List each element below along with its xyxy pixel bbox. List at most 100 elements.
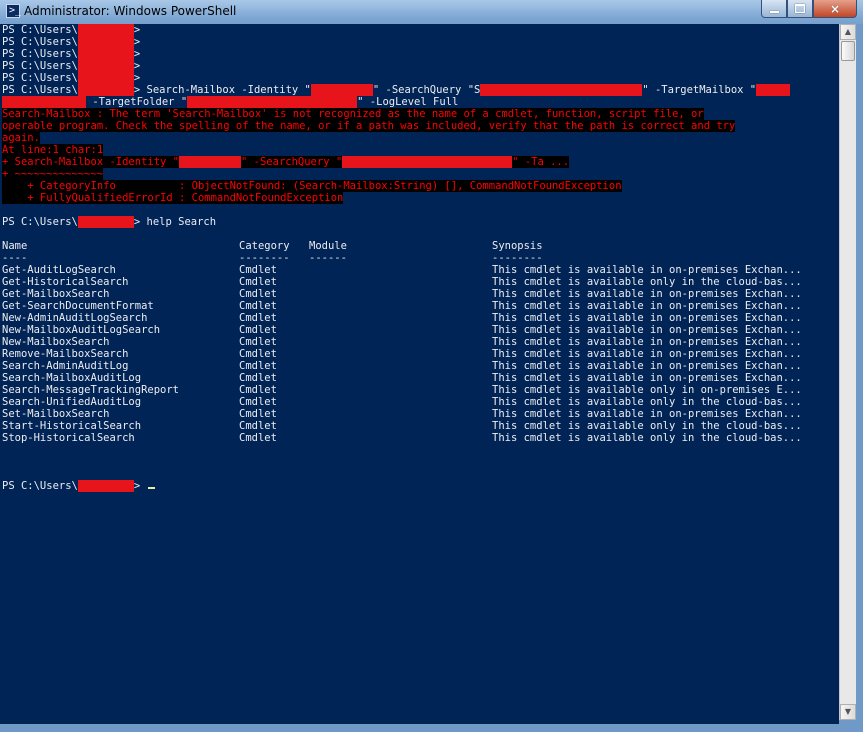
table-cell-category: Cmdlet xyxy=(239,348,277,360)
table-cell-synopsis: This cmdlet is available in on-premises … xyxy=(492,312,802,324)
table-cell-category: Cmdlet xyxy=(239,336,277,348)
redacted-username xyxy=(77,24,134,36)
table-cell-category: Cmdlet xyxy=(239,432,277,444)
error-line: operable program. Check the spelling of … xyxy=(2,120,736,132)
redacted-username xyxy=(77,48,134,60)
redacted-username xyxy=(77,84,134,96)
prompt-line: PS C:\Users\ > xyxy=(2,60,140,72)
prompt-line: PS C:\Users\ > xyxy=(2,72,140,84)
table-cell-name: Remove-MailboxSearch xyxy=(2,348,129,360)
close-button[interactable]: × xyxy=(813,0,857,18)
table-cell-synopsis: This cmdlet is available in on-premises … xyxy=(492,408,802,420)
table-cell-category: Cmdlet xyxy=(239,372,277,384)
command-text: " -TargetMailbox " xyxy=(642,84,757,96)
prompt-prefix: PS C:\Users\ xyxy=(2,48,78,60)
redacted-query xyxy=(342,156,513,168)
table-cell-category: Cmdlet xyxy=(239,420,277,432)
window-title: Administrator: Windows PowerShell xyxy=(24,4,237,18)
vertical-scrollbar[interactable]: ▲ ▼ xyxy=(839,24,856,720)
table-cell-name: New-MailboxSearch xyxy=(2,336,110,348)
table-cell-synopsis: This cmdlet is available only in the clo… xyxy=(492,432,802,444)
prompt-prefix: PS C:\Users\ xyxy=(2,24,78,36)
command-text: help Search xyxy=(140,216,217,228)
command-line: PS C:\Users\ > help Search xyxy=(2,216,216,228)
table-cell-category: Cmdlet xyxy=(239,300,277,312)
table-cell-synopsis: This cmdlet is available only in the clo… xyxy=(492,420,802,432)
table-cell-synopsis: This cmdlet is available only in the clo… xyxy=(492,276,802,288)
column-header-synopsis: Synopsis xyxy=(492,240,543,252)
error-text: At line:1 char:1 xyxy=(2,144,104,156)
table-cell-category: Cmdlet xyxy=(239,288,277,300)
table-cell-name: Get-MailboxSearch xyxy=(2,288,110,300)
command-text: " -SearchQuery "S xyxy=(372,84,481,96)
error-line: + CategoryInfo : ObjectNotFound: (Search… xyxy=(2,180,622,192)
table-cell-name: Stop-HistoricalSearch xyxy=(2,432,135,444)
console-output[interactable]: PS C:\Users\ > PS C:\Users\ > PS C:\Users\… xyxy=(0,24,839,724)
table-cell-category: Cmdlet xyxy=(239,264,277,276)
error-fully-qualified-id: + FullyQualifiedErrorId : CommandNotFoun… xyxy=(2,192,344,204)
maximize-icon xyxy=(795,4,805,13)
column-underline: -------- xyxy=(492,252,543,264)
table-cell-category: Cmdlet xyxy=(239,324,277,336)
title-bar[interactable]: >_ Administrator: Windows PowerShell × xyxy=(0,0,863,24)
scroll-up-arrow-icon[interactable]: ▲ xyxy=(840,24,856,40)
column-underline: ---- xyxy=(2,252,28,264)
current-prompt[interactable]: PS C:\Users\ > xyxy=(2,480,155,492)
table-cell-synopsis: This cmdlet is available in on-premises … xyxy=(492,300,802,312)
error-line: At line:1 char:1 xyxy=(2,144,104,156)
error-text: operable program. Check the spelling of … xyxy=(2,120,736,132)
table-cell-name: Get-SearchDocumentFormat xyxy=(2,300,154,312)
error-line: again. xyxy=(2,132,40,144)
prompt-prefix: PS C:\Users\ xyxy=(2,480,78,492)
redacted-identity xyxy=(310,84,373,96)
table-cell-synopsis: This cmdlet is available in on-premises … xyxy=(492,336,802,348)
redacted-query xyxy=(480,84,643,96)
table-cell-name: Search-MessageTrackingReport xyxy=(2,384,180,396)
table-cell-category: Cmdlet xyxy=(239,360,277,372)
scrollbar-thumb[interactable] xyxy=(841,41,855,61)
redacted-username xyxy=(77,36,134,48)
table-cell-synopsis: This cmdlet is available in on-premises … xyxy=(492,264,802,276)
column-underline: ------ xyxy=(309,252,347,264)
maximize-button[interactable] xyxy=(787,0,813,18)
error-text: again. xyxy=(2,132,40,144)
prompt-prefix: PS C:\Users\ xyxy=(2,60,78,72)
redacted-target-mailbox xyxy=(2,96,86,108)
prompt-prefix: PS C:\Users\ xyxy=(2,216,78,228)
column-header-module: Module xyxy=(309,240,347,252)
table-cell-synopsis: This cmdlet is available only in on-prem… xyxy=(492,384,802,396)
table-cell-synopsis: This cmdlet is available only in the clo… xyxy=(492,396,802,408)
prompt-suffix: > xyxy=(133,72,141,84)
scroll-down-arrow-icon[interactable]: ▼ xyxy=(840,704,856,720)
prompt-suffix: > xyxy=(133,24,141,36)
powershell-icon[interactable]: >_ xyxy=(6,4,21,18)
close-icon: × xyxy=(829,1,841,16)
column-underline: -------- xyxy=(239,252,290,264)
table-cell-name: New-AdminAuditLogSearch xyxy=(2,312,148,324)
prompt-prefix: PS C:\Users\ xyxy=(2,84,78,96)
window-frame-right xyxy=(856,24,863,732)
error-category-info: + CategoryInfo : ObjectNotFound: (Search… xyxy=(2,180,622,192)
table-cell-synopsis: This cmdlet is available in on-premises … xyxy=(492,348,802,360)
table-cell-category: Cmdlet xyxy=(239,312,277,324)
command-text: Search-Mailbox -Identity " xyxy=(140,84,311,96)
error-line: Search-Mailbox : The term 'Search-Mailbo… xyxy=(2,108,704,120)
column-header-category: Category xyxy=(239,240,290,252)
table-cell-category: Cmdlet xyxy=(239,408,277,420)
column-header-name: Name xyxy=(2,240,28,252)
text-cursor xyxy=(147,487,155,489)
command-text: -TargetFolder " xyxy=(86,96,188,108)
table-cell-category: Cmdlet xyxy=(239,276,277,288)
table-cell-name: Get-HistoricalSearch xyxy=(2,276,129,288)
table-cell-name: Start-HistoricalSearch xyxy=(2,420,142,432)
powershell-window: >_ Administrator: Windows PowerShell × P… xyxy=(0,0,863,732)
minimize-icon xyxy=(769,10,779,13)
minimize-button[interactable] xyxy=(761,0,787,18)
table-cell-name: Search-MailboxAuditLog xyxy=(2,372,142,384)
command-line: PS C:\Users\ > Search-Mailbox -Identity "… xyxy=(2,84,791,96)
table-cell-synopsis: This cmdlet is available in on-premises … xyxy=(492,288,802,300)
redacted-target-folder xyxy=(187,96,358,108)
table-cell-name: Get-AuditLogSearch xyxy=(2,264,116,276)
table-cell-synopsis: This cmdlet is available in on-premises … xyxy=(492,324,802,336)
prompt-line: PS C:\Users\ > xyxy=(2,48,140,60)
